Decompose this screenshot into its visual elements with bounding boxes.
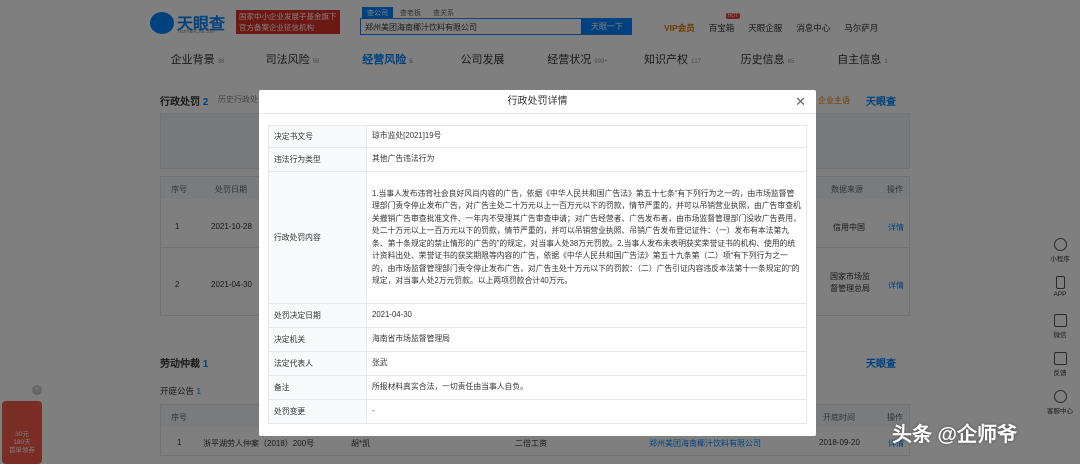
detail-value: 所报材料真实合法，一切责任由当事人自负。 [366, 375, 807, 400]
detail-row: 违法行为类型 其他广告违法行为 [268, 147, 807, 172]
penalty-detail-table: 决定书文号 琼市监处[2021]19号 违法行为类型 其他广告违法行为 行政处罚内容… [268, 125, 807, 424]
legal-representative-link[interactable]: 张武 [366, 351, 807, 376]
detail-row: 备注 所报材料真实合法，一切责任由当事人自负。 [268, 375, 807, 400]
detail-key: 违法行为类型 [268, 147, 367, 172]
detail-key: 决定书文号 [268, 125, 367, 148]
detail-value: 海南省市场监督管理局 [366, 327, 807, 352]
detail-key: 决定机关 [268, 327, 367, 352]
detail-value: 1.当事人发布违背社会良好风尚内容的广告，依据《中华人民共和国广告法》第五十七条… [366, 171, 807, 304]
detail-key: 法定代表人 [268, 351, 367, 376]
detail-value: 琼市监处[2021]19号 [366, 125, 807, 148]
detail-key: 备注 [268, 375, 367, 400]
detail-value: 2021-04-30 [366, 303, 807, 328]
detail-key: 行政处罚内容 [268, 171, 367, 304]
toutiao-watermark: 头条 @企师爷 [892, 424, 1018, 446]
detail-row: 处罚决定日期 2021-04-30 [268, 303, 807, 328]
close-icon[interactable]: ✕ [795, 94, 806, 110]
detail-value: - [366, 399, 807, 424]
penalty-detail-dialog: 行政处罚详情 ✕ 决定书文号 琼市监处[2021]19号 违法行为类型 其他广告违法… [259, 90, 816, 436]
detail-row: 处罚变更 - [268, 399, 807, 424]
detail-key: 处罚变更 [268, 399, 367, 424]
detail-row: 行政处罚内容 1.当事人发布违背社会良好风尚内容的广告，依据《中华人民共和国广告法… [268, 171, 807, 304]
detail-key: 处罚决定日期 [268, 303, 367, 328]
detail-row: 法定代表人 张武 [268, 351, 807, 376]
detail-value: 其他广告违法行为 [366, 147, 807, 172]
dialog-title: 行政处罚详情 [259, 90, 816, 114]
detail-row: 决定书文号 琼市监处[2021]19号 [268, 125, 807, 148]
detail-row: 决定机关 海南省市场监督管理局 [268, 327, 807, 352]
